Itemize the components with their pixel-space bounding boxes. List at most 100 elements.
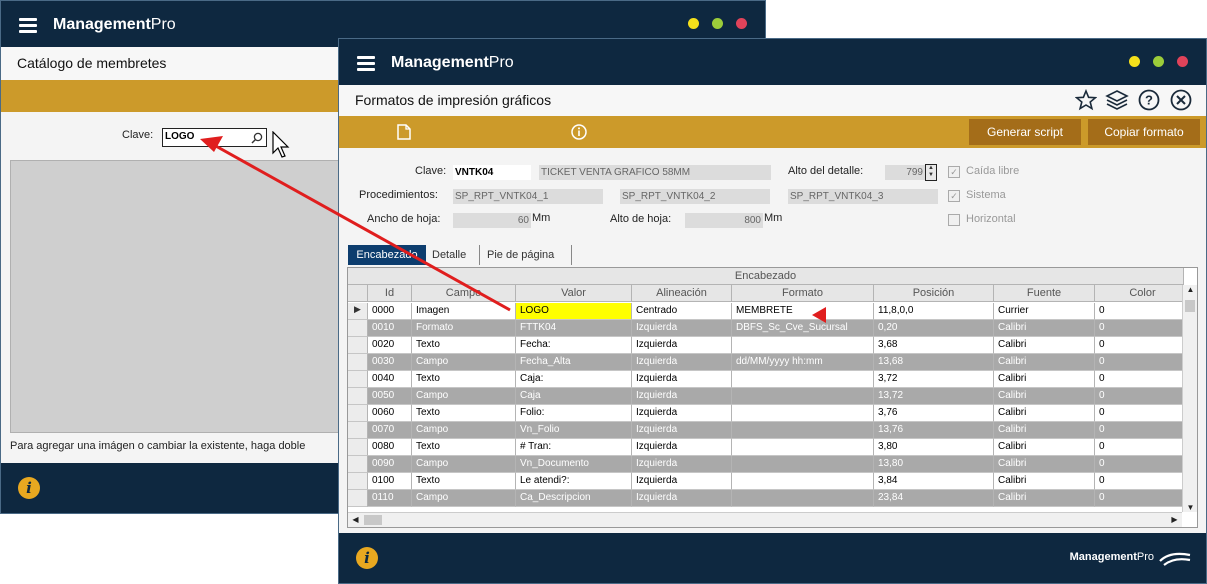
cell-alineacion[interactable]: Izquierda [632,456,732,473]
cell-posicion[interactable]: 13,80 [874,456,994,473]
cell-valor[interactable]: LOGO [516,303,632,320]
cell-valor[interactable]: Caja: [516,371,632,388]
procedimiento-3-field[interactable]: SP_RPT_VNTK04_3 [788,189,938,204]
hamburger-menu-icon[interactable] [19,18,37,33]
copiar-formato-button[interactable]: Copiar formato [1088,119,1200,145]
column-header-color[interactable]: Color [1095,285,1191,302]
cell-posicion[interactable]: 13,68 [874,354,994,371]
column-header-valor[interactable]: Valor [516,285,632,302]
scroll-up-icon[interactable]: ▲ [1183,285,1197,294]
cell-valor[interactable]: Fecha_Alta [516,354,632,371]
column-header-id[interactable]: Id [368,285,412,302]
cell-alineacion[interactable]: Izquierda [632,405,732,422]
caida-libre-checkbox[interactable]: ✓ [948,166,960,178]
horizontal-checkbox[interactable] [948,214,960,226]
alto-hoja-field[interactable]: 800 [685,213,763,228]
tab-pie-pagina[interactable]: Pie de página [487,245,572,265]
row-selector[interactable] [348,439,368,456]
scroll-right-icon[interactable]: ▶ [1167,515,1182,524]
cell-posicion[interactable]: 23,84 [874,490,994,507]
cell-posicion[interactable]: 3,72 [874,371,994,388]
row-selector[interactable] [348,320,368,337]
column-header-alineacion[interactable]: Alineación [632,285,732,302]
cell-valor[interactable]: FTTK04 [516,320,632,337]
cell-id[interactable]: 0030 [368,354,412,371]
cell-alineacion[interactable]: Izquierda [632,354,732,371]
cell-formato[interactable] [732,490,874,507]
cell-campo[interactable]: Texto [412,439,516,456]
cell-campo[interactable]: Texto [412,405,516,422]
cell-formato[interactable]: MEMBRETE [732,303,874,320]
close-button[interactable] [1177,56,1188,67]
info-icon[interactable]: i [356,547,378,569]
sistema-checkbox[interactable]: ✓ [948,190,960,202]
row-selector[interactable] [348,405,368,422]
cell-color[interactable]: 0 [1095,422,1191,439]
descripcion-field[interactable]: TICKET VENTA GRAFICO 58MM [539,165,771,180]
cell-fuente[interactable]: Calibri [994,490,1095,507]
new-document-icon[interactable] [397,124,411,140]
maximize-button[interactable] [712,18,723,29]
column-header-fuente[interactable]: Fuente [994,285,1095,302]
cell-posicion[interactable]: 13,76 [874,422,994,439]
horizontal-scrollbar[interactable]: ◀ ▶ [348,512,1182,527]
search-icon[interactable] [251,132,263,144]
cell-valor[interactable]: Folio: [516,405,632,422]
cell-valor[interactable]: Le atendi?: [516,473,632,490]
layers-icon[interactable] [1105,88,1129,112]
cell-color[interactable]: 0 [1095,490,1191,507]
cell-fuente[interactable]: Calibri [994,473,1095,490]
cell-color[interactable]: 0 [1095,320,1191,337]
row-selector[interactable] [348,456,368,473]
cell-fuente[interactable]: Calibri [994,405,1095,422]
cell-campo[interactable]: Texto [412,371,516,388]
row-selector[interactable] [348,388,368,405]
cell-posicion[interactable]: 11,8,0,0 [874,303,994,320]
cell-id[interactable]: 0010 [368,320,412,337]
cell-color[interactable]: 0 [1095,473,1191,490]
cell-fuente[interactable]: Calibri [994,456,1095,473]
cell-alineacion[interactable]: Izquierda [632,320,732,337]
minimize-button[interactable] [1129,56,1140,67]
cell-fuente[interactable]: Calibri [994,337,1095,354]
cell-color[interactable]: 0 [1095,439,1191,456]
cell-id[interactable]: 0090 [368,456,412,473]
generar-script-button[interactable]: Generar script [969,119,1081,145]
minimize-button[interactable] [688,18,699,29]
cell-campo[interactable]: Imagen [412,303,516,320]
clave-field[interactable]: VNTK04 [453,165,531,180]
cell-posicion[interactable]: 13,72 [874,388,994,405]
cell-fuente[interactable]: Calibri [994,320,1095,337]
cell-posicion[interactable]: 3,76 [874,405,994,422]
cell-formato[interactable] [732,337,874,354]
cell-posicion[interactable]: 3,80 [874,439,994,456]
cell-id[interactable]: 0080 [368,439,412,456]
close-circle-icon[interactable] [1170,89,1192,111]
vertical-scrollbar[interactable]: ▲ ▼ [1182,285,1197,512]
cell-id[interactable]: 0070 [368,422,412,439]
spinner-down-icon[interactable]: ▼ [926,172,936,179]
cell-formato[interactable] [732,422,874,439]
cell-valor[interactable]: Vn_Documento [516,456,632,473]
cell-fuente[interactable]: Currier [994,303,1095,320]
cell-valor[interactable]: Fecha: [516,337,632,354]
cell-alineacion[interactable]: Izquierda [632,422,732,439]
cell-id[interactable]: 0000 [368,303,412,320]
cell-id[interactable]: 0060 [368,405,412,422]
cell-alineacion[interactable]: Izquierda [632,490,732,507]
cell-fuente[interactable]: Calibri [994,354,1095,371]
help-icon[interactable]: ? [1138,89,1160,111]
cell-id[interactable]: 0020 [368,337,412,354]
column-header-formato[interactable]: Formato [732,285,874,302]
column-header-campo[interactable]: Campo [412,285,516,302]
cell-alineacion[interactable]: Centrado [632,303,732,320]
cell-alineacion[interactable]: Izquierda [632,337,732,354]
hamburger-menu-icon[interactable] [357,56,375,71]
cell-alineacion[interactable]: Izquierda [632,388,732,405]
procedimiento-1-field[interactable]: SP_RPT_VNTK04_1 [453,189,603,204]
cell-fuente[interactable]: Calibri [994,371,1095,388]
row-selector[interactable] [348,490,368,507]
cell-alineacion[interactable]: Izquierda [632,439,732,456]
cell-campo[interactable]: Formato [412,320,516,337]
row-selector[interactable] [348,473,368,490]
